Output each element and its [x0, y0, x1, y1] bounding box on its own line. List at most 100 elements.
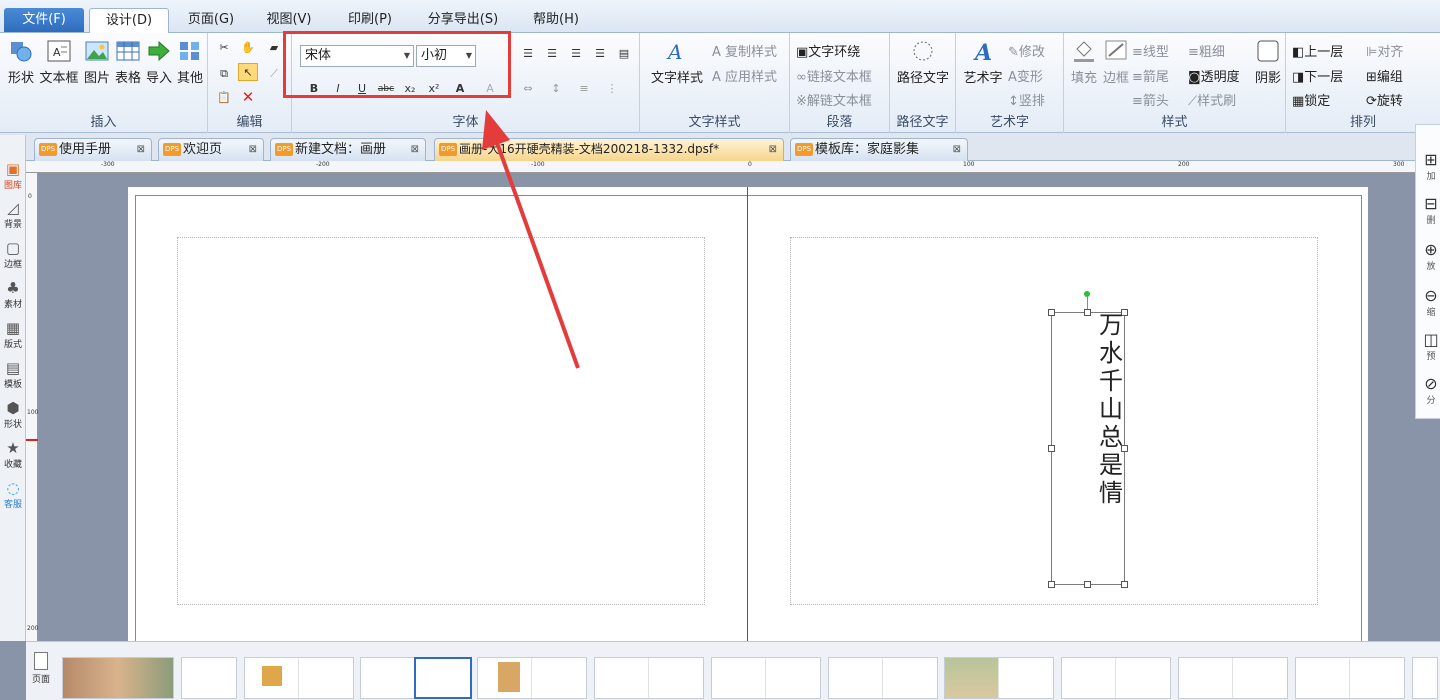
support-button[interactable]: ◌ 客服 [0, 479, 26, 510]
apply-style-button[interactable]: A 应用样式 [712, 66, 777, 85]
fill-button[interactable]: 填充 [1068, 39, 1100, 86]
page-thumbnail[interactable] [244, 657, 354, 699]
textbox-button[interactable]: A 文本框 [38, 39, 80, 86]
gallery-button[interactable]: ▣ 图库 [0, 160, 26, 191]
table-button[interactable]: 表格 [113, 39, 143, 86]
tab-new-album[interactable]: DPS 新建文档：画册 ⊠ [270, 138, 426, 161]
menu-file[interactable]: 文件(F) [4, 8, 84, 32]
close-icon[interactable]: ⊠ [137, 139, 145, 160]
page-thumbnail[interactable] [1412, 657, 1438, 699]
page-thumbnail[interactable] [1178, 657, 1288, 699]
text-style-button[interactable]: A 文字样式 [644, 39, 710, 86]
page-thumbnail[interactable] [62, 657, 174, 699]
pointer-icon[interactable]: ↖ [238, 63, 258, 81]
cut-icon[interactable]: ✂ [214, 39, 234, 57]
delete-icon[interactable]: ✕ [238, 88, 258, 106]
close-icon[interactable]: ⊠ [769, 139, 777, 160]
magic-icon[interactable]: ⟋ [264, 65, 284, 83]
page-thumbnail[interactable] [711, 657, 821, 699]
shadow-button[interactable]: 阴影 [1252, 39, 1284, 86]
art-modify-button[interactable]: ✎修改 [1008, 41, 1045, 60]
align-justify-icon[interactable]: ☰ [590, 45, 610, 63]
zoom-in-button[interactable]: ⊕ 放 [1420, 241, 1440, 273]
favorites-button[interactable]: ★ 收藏 [0, 439, 26, 470]
arrow-tail-button[interactable]: ≡箭尾 [1132, 66, 1169, 85]
menu-view[interactable]: 视图(V) [256, 8, 322, 33]
resize-handle[interactable] [1121, 581, 1128, 588]
close-icon[interactable]: ⊠ [953, 139, 961, 160]
add-page-button[interactable]: ⊞ 加 [1420, 151, 1440, 183]
border-tool-button[interactable]: ▢ 边框 [0, 239, 26, 270]
page-thumbnail-selected[interactable] [414, 657, 472, 699]
menu-print[interactable]: 印刷(P) [337, 8, 403, 33]
material-button[interactable]: ♣ 素材 [0, 279, 26, 310]
line-spacing-icon[interactable]: ↕ [546, 80, 566, 98]
format-painter-icon[interactable]: ▰ [264, 39, 284, 57]
page-thumbnail[interactable] [1061, 657, 1171, 699]
resize-handle[interactable] [1048, 309, 1055, 316]
art-deform-button[interactable]: A变形 [1008, 66, 1043, 85]
share-button[interactable]: ⊘ 分 [1420, 375, 1440, 407]
numbering-icon[interactable]: ⋮ [602, 80, 622, 98]
preview-button[interactable]: ◫ 预 [1420, 331, 1440, 363]
other-button[interactable]: 其他 [175, 39, 205, 86]
menu-share-export[interactable]: 分享导出(S) [418, 8, 508, 33]
group-button[interactable]: ⊞编组 [1366, 66, 1403, 85]
align-center-icon[interactable]: ☰ [542, 45, 562, 63]
tab-current-document[interactable]: DPS 画册-大16开硬壳精装-文档200218-1332.dpsf* ⊠ [434, 138, 784, 161]
resize-handle[interactable] [1084, 581, 1091, 588]
import-button[interactable]: 导入 [144, 39, 174, 86]
tab-welcome[interactable]: DPS 欢迎页 ⊠ [158, 138, 264, 161]
page-thumbnail[interactable] [828, 657, 938, 699]
link-textbox-button[interactable]: ∞链接文本框 [796, 66, 872, 85]
page-thumbnail[interactable] [594, 657, 704, 699]
shapes-button[interactable]: ⬢ 形状 [0, 399, 26, 430]
align-right-icon[interactable]: ☰ [566, 45, 586, 63]
tab-manual[interactable]: DPS 使用手册 ⊠ [34, 138, 152, 161]
text-wrap-button[interactable]: ▣文字环绕 [796, 41, 860, 60]
menu-help[interactable]: 帮助(H) [523, 8, 589, 33]
document-canvas[interactable]: 万 水 千 山 总 是 情 [38, 173, 1440, 641]
list-icon[interactable]: ≡ [574, 80, 594, 98]
hand-icon[interactable]: ✋ [238, 39, 258, 57]
align-left-icon[interactable]: ☰ [518, 45, 538, 63]
line-type-button[interactable]: ≡线型 [1132, 41, 1169, 60]
delete-page-button[interactable]: ⊟ 删 [1420, 195, 1440, 227]
arrow-head-button[interactable]: ≡箭头 [1132, 90, 1169, 109]
paste-icon[interactable]: 📋 [214, 89, 234, 107]
art-text-button[interactable]: A 艺术字 [958, 39, 1008, 86]
rotation-handle[interactable] [1084, 291, 1090, 297]
page-thumbnail[interactable] [181, 657, 237, 699]
menu-design[interactable]: 设计(D) [89, 8, 169, 34]
resize-handle[interactable] [1048, 445, 1055, 452]
menu-page[interactable]: 页面(G) [178, 8, 244, 33]
send-backward-button[interactable]: ◨下一层 [1292, 66, 1343, 85]
pages-panel-button[interactable]: 页面 [26, 642, 56, 700]
page-thumbnail[interactable] [1295, 657, 1405, 699]
lock-button[interactable]: ▦锁定 [1292, 90, 1330, 109]
image-button[interactable]: 图片 [82, 39, 112, 86]
resize-handle[interactable] [1084, 309, 1091, 316]
line-width-button[interactable]: ≡粗细 [1188, 41, 1225, 60]
char-spacing-icon[interactable]: ⇔ [518, 80, 538, 98]
vertical-text-content[interactable]: 万 水 千 山 总 是 情 [1096, 311, 1126, 507]
template-button[interactable]: ▤ 模板 [0, 359, 26, 390]
shape-button[interactable]: 形状 [6, 39, 36, 86]
copy-style-button[interactable]: A 复制样式 [712, 41, 777, 60]
background-button[interactable]: ◿ 背景 [0, 199, 26, 230]
transparency-button[interactable]: ◙透明度 [1188, 66, 1240, 85]
border-button[interactable]: 边框 [1100, 39, 1132, 86]
rotate-button[interactable]: ⟳旋转 [1366, 90, 1403, 109]
layout-button[interactable]: ▦ 版式 [0, 319, 26, 350]
art-vertical-button[interactable]: ↕竖排 [1008, 90, 1045, 109]
bring-forward-button[interactable]: ◧上一层 [1292, 41, 1343, 60]
tab-template-library[interactable]: DPS 模板库：家庭影集 ⊠ [790, 138, 968, 161]
unlink-textbox-button[interactable]: ※解链文本框 [796, 90, 872, 109]
page-thumbnail[interactable] [944, 657, 1054, 699]
close-icon[interactable]: ⊠ [249, 139, 257, 160]
zoom-out-button[interactable]: ⊖ 缩 [1420, 287, 1440, 319]
copy-icon[interactable]: ⧉ [214, 65, 234, 83]
resize-handle[interactable] [1048, 581, 1055, 588]
style-brush-button[interactable]: ⟋样式刷 [1188, 90, 1236, 109]
path-text-button[interactable]: 路径文字 [892, 39, 954, 86]
